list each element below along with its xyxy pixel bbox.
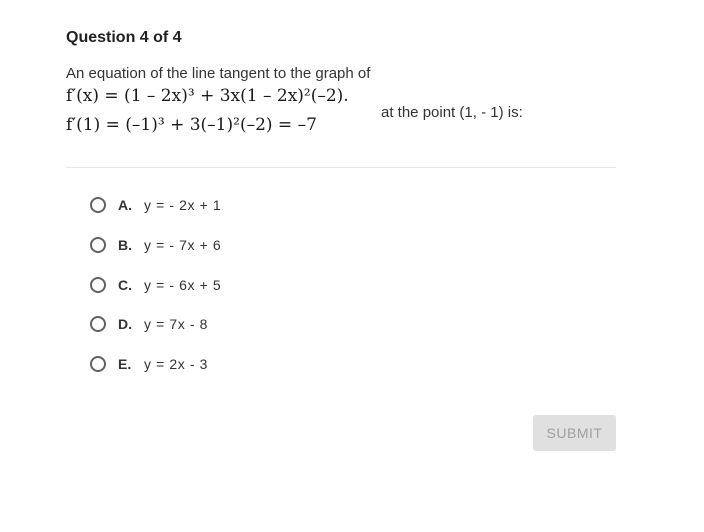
choice-letter: D.: [118, 316, 132, 333]
submit-button[interactable]: SUBMIT: [533, 415, 616, 451]
derivative-formula: f′(x) = (1 – 2x)³ + 3x(1 – 2x)²(–2).: [66, 86, 349, 106]
radio-button-icon[interactable]: [90, 316, 106, 333]
choice-letter: B.: [118, 236, 132, 253]
choice-text: y = 2x - 3: [144, 356, 208, 373]
choice-text: y = - 7x + 6: [144, 236, 222, 253]
choice-d[interactable]: D. y = 7x - 8: [90, 312, 390, 336]
choice-c[interactable]: C. y = - 6x + 5: [90, 273, 390, 297]
question-intro-text: An equation of the line tangent to the g…: [66, 65, 371, 82]
divider: [66, 167, 616, 168]
derivative-evaluation: f′(1) = (–1)³ + 3(–1)²(–2) = –7: [66, 115, 317, 135]
radio-button-icon[interactable]: [90, 197, 106, 213]
choice-letter: E.: [118, 356, 132, 373]
question-tail-text: at the point (1, - 1) is:: [381, 104, 523, 121]
choice-text: y = - 6x + 5: [144, 276, 222, 293]
choice-text: y = 7x - 8: [144, 316, 208, 333]
choice-e[interactable]: E. y = 2x - 3: [90, 352, 390, 376]
choice-letter: A.: [118, 197, 132, 213]
question-title: Question 4 of 4: [66, 29, 182, 46]
choice-text: y = - 2x + 1: [144, 197, 222, 213]
choice-a[interactable]: A. y = - 2x + 1: [90, 193, 390, 217]
choice-b[interactable]: B. y = - 7x + 6: [90, 233, 390, 257]
radio-button-icon[interactable]: [90, 356, 106, 373]
radio-button-icon[interactable]: [90, 236, 106, 253]
answer-choices: A. y = - 2x + 1 B. y = - 7x + 6 C. y = -…: [90, 193, 390, 392]
choice-letter: C.: [118, 276, 132, 293]
radio-button-icon[interactable]: [90, 276, 106, 293]
